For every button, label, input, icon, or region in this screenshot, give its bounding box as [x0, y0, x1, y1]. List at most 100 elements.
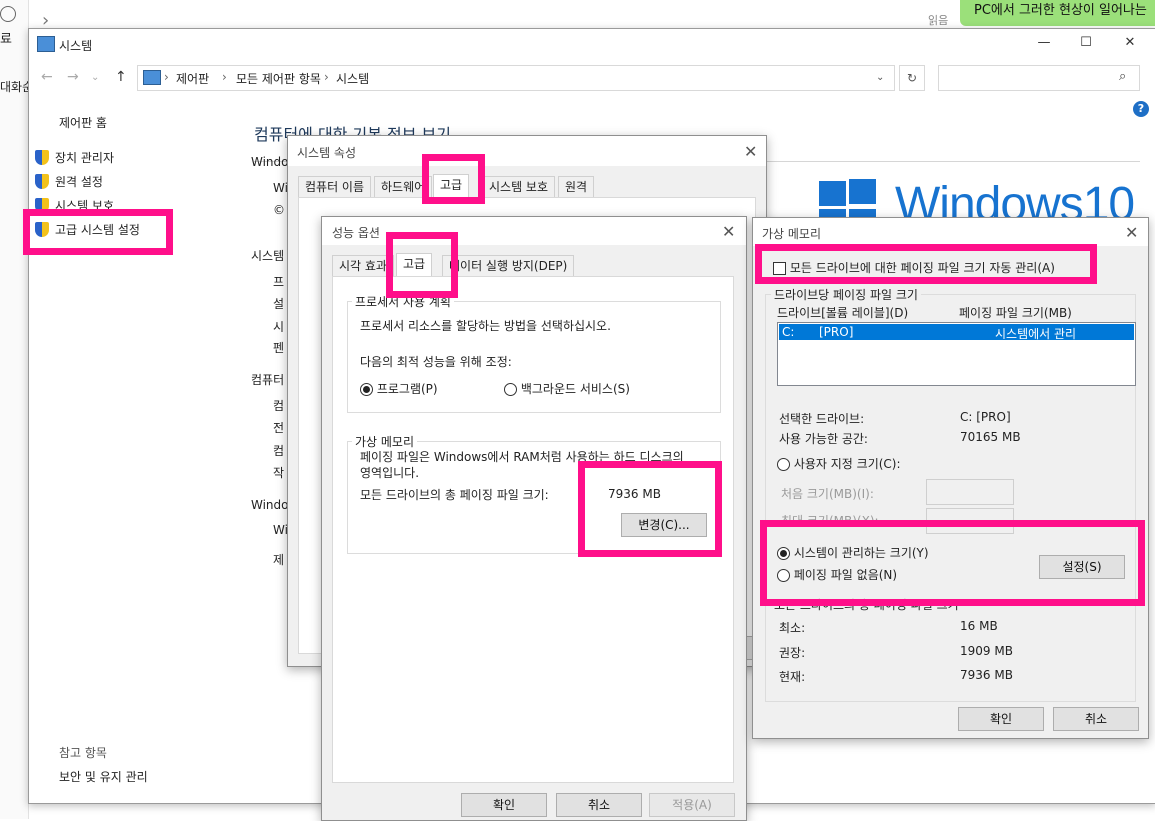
initial-size-input[interactable]	[926, 479, 1014, 505]
highlight-box	[755, 244, 1097, 284]
info-text: 프	[273, 275, 285, 289]
available-space-value: 70165 MB	[960, 430, 1021, 444]
close-icon[interactable]: ✕	[722, 222, 735, 241]
total-paging-label: 모든 드라이브의 총 페이징 파일 크기:	[360, 488, 549, 502]
dialog-title: 성능 옵션	[332, 226, 380, 240]
tab-remote[interactable]: 원격	[558, 176, 595, 198]
info-text: 컴	[273, 444, 285, 458]
breadcrumb-separator: ›	[222, 70, 227, 84]
forward-arrow-icon[interactable]: →	[67, 69, 79, 85]
shield-icon	[35, 150, 49, 165]
background-app-strip	[0, 0, 29, 819]
highlight-box	[386, 232, 458, 298]
sidebar-item-remote[interactable]: 원격 설정	[35, 173, 103, 190]
virtual-memory-dialog: 가상 메모리 ✕ 모든 드라이브에 대한 페이징 파일 크기 자동 관리(A) …	[752, 217, 1149, 739]
breadcrumb-item[interactable]: 시스템	[336, 70, 369, 87]
description-text: 영역입니다.	[360, 466, 420, 480]
tab-system-protection[interactable]: 시스템 보호	[482, 176, 556, 198]
info-text: Wi	[273, 181, 288, 195]
radio-icon	[504, 383, 517, 396]
min-value: 16 MB	[960, 619, 998, 633]
highlight-box	[422, 154, 485, 204]
radio-label: 사용자 지정 크기(C):	[793, 457, 901, 471]
search-icon: ⌕	[1119, 69, 1127, 84]
breadcrumb-item[interactable]: 제어판	[176, 70, 209, 87]
cancel-button[interactable]: 취소	[556, 793, 642, 817]
sidebar-item-label: 원격 설정	[55, 175, 103, 189]
radio-label: 프로그램(P)	[376, 382, 438, 396]
list-item[interactable]: C: [PRO] 시스템에서 관리	[779, 324, 1134, 341]
sidebar-home-link[interactable]: 제어판 홈	[59, 114, 107, 131]
close-icon[interactable]: ✕	[1125, 223, 1138, 242]
drive-list[interactable]: C: [PRO] 시스템에서 관리	[777, 322, 1136, 386]
dialog-titlebar	[288, 136, 766, 166]
breadcrumb-separator: ›	[324, 70, 329, 84]
back-arrow-icon[interactable]: ←	[41, 69, 53, 85]
available-space-label: 사용 가능한 공간:	[779, 432, 868, 446]
dialog-title: 시스템 속성	[297, 146, 357, 160]
ok-button[interactable]: 확인	[461, 793, 547, 817]
total-group	[765, 604, 1136, 702]
sidebar-item-device-manager[interactable]: 장치 관리자	[35, 149, 114, 166]
description-text: 프로세서 리소스를 할당하는 방법을 선택하십시오.	[360, 319, 611, 333]
group-label: 드라이브당 페이징 파일 크기	[771, 286, 921, 303]
chat-bubble: PC에서 그러한 현상이 일어나는	[960, 0, 1155, 26]
tab-computer-name[interactable]: 컴퓨터 이름	[298, 176, 372, 198]
window-title: 시스템	[59, 39, 93, 53]
help-icon[interactable]: ?	[1133, 101, 1149, 117]
computer-icon	[143, 70, 161, 85]
radio-icon	[777, 458, 790, 471]
sidebar-item-label: 장치 관리자	[55, 151, 115, 165]
search-input[interactable]: ⌕	[938, 65, 1140, 91]
info-text: 설	[273, 297, 285, 311]
highlight-box	[578, 461, 722, 557]
tab-visual-effects[interactable]: 시각 효과	[332, 255, 394, 277]
radio-icon	[360, 383, 373, 396]
up-arrow-icon[interactable]: ↑	[115, 69, 127, 85]
address-bar[interactable]: › 제어판 › 모든 제어판 항목 › 시스템 ⌄	[137, 65, 895, 91]
radio-background[interactable]: 백그라운드 서비스(S)	[504, 380, 630, 397]
section-label: 컴퓨터	[251, 373, 285, 387]
maximize-button[interactable]: ☐	[1077, 35, 1095, 51]
selected-drive-value: C: [PRO]	[960, 410, 1011, 424]
highlight-box	[23, 209, 173, 255]
ok-button[interactable]: 확인	[958, 707, 1044, 731]
chevron-down-icon[interactable]: ⌄	[876, 72, 884, 83]
column-header-drive: 드라이브[볼륨 레이블](D)	[777, 306, 909, 320]
breadcrumb-separator: ›	[164, 70, 169, 84]
column-header-size: 페이징 파일 크기(MB)	[959, 306, 1072, 320]
security-maintenance-link[interactable]: 보안 및 유지 관리	[59, 768, 148, 785]
info-text: 시	[273, 320, 285, 334]
info-text: ©	[273, 203, 285, 217]
close-icon[interactable]: ✕	[744, 142, 757, 161]
drive-size: 시스템에서 관리	[995, 327, 1077, 341]
cancel-button[interactable]: 취소	[1053, 707, 1139, 731]
current-label: 현재:	[779, 670, 806, 684]
tab-dep[interactable]: 데이터 실행 방지(DEP)	[442, 255, 575, 277]
min-label: 최소:	[779, 621, 806, 635]
recommended-value: 1909 MB	[960, 644, 1013, 658]
info-text: Wi	[273, 523, 288, 537]
breadcrumb-item[interactable]: 모든 제어판 항목	[236, 70, 321, 87]
radio-label: 백그라운드 서비스(S)	[520, 382, 630, 396]
info-text: 제	[273, 553, 285, 567]
adjust-label: 다음의 최적 성능을 위해 조정:	[360, 355, 512, 369]
highlight-box	[760, 520, 1145, 606]
initial-size-label: 처음 크기(MB)(I):	[781, 487, 874, 501]
info-text: 전	[273, 421, 285, 435]
section-label: 시스템	[251, 249, 285, 263]
radio-custom-size[interactable]: 사용자 지정 크기(C):	[777, 455, 901, 472]
read-label: 읽음	[928, 14, 949, 27]
recent-dropdown-icon[interactable]: ⌄	[91, 72, 99, 83]
radio-programs[interactable]: 프로그램(P)	[360, 380, 438, 397]
current-value: 7936 MB	[960, 668, 1013, 682]
info-text: 작	[273, 466, 285, 480]
apply-button[interactable]: 적용(A)	[649, 793, 735, 817]
recommended-label: 권장:	[779, 646, 806, 660]
minimize-button[interactable]: —	[1035, 35, 1053, 51]
selected-drive-label: 선택한 드라이브:	[779, 412, 865, 426]
close-button[interactable]: ✕	[1121, 35, 1139, 51]
refresh-button[interactable]: ↻	[899, 65, 925, 91]
dialog-title: 가상 메모리	[762, 227, 822, 241]
drive-label: [PRO]	[819, 325, 854, 339]
